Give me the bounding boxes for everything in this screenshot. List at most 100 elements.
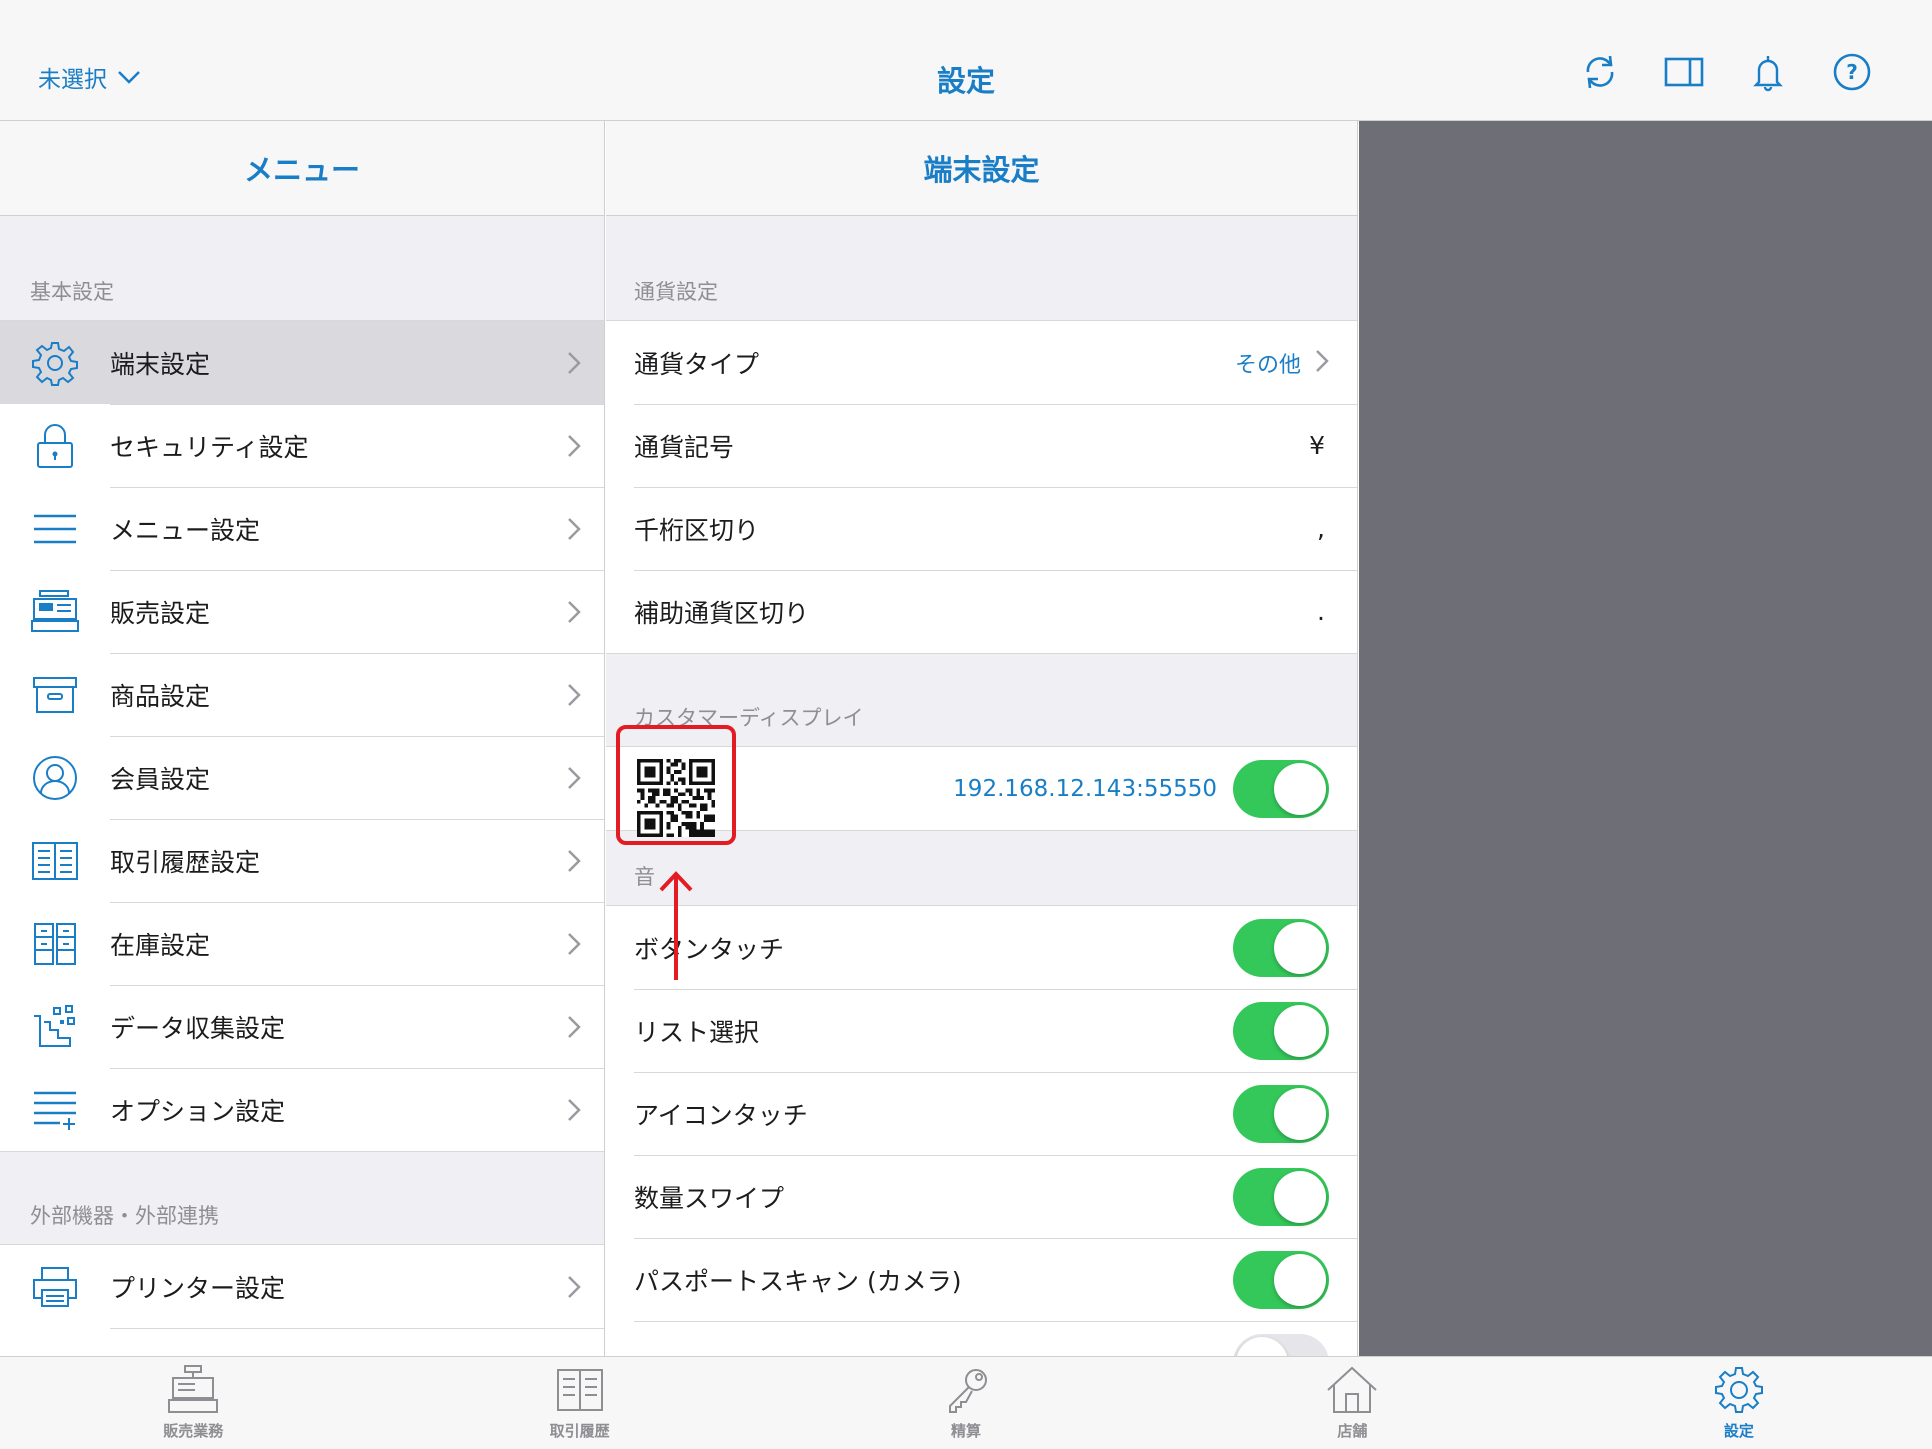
sound-passport-scan-row: パスポートスキャン (カメラ) — [606, 1238, 1357, 1321]
customer-display-toggle[interactable] — [1233, 759, 1329, 818]
row-label: 数量スワイプ — [634, 1183, 785, 1213]
menu-item-members[interactable]: 会員設定 — [0, 736, 604, 819]
bell-icon — [1753, 56, 1783, 92]
app: 未選択 設定 ? メニュー 基本設定 端末設定 セキュリティ設定 メニュー設定 … — [0, 0, 1932, 1449]
qr-code-icon[interactable] — [637, 759, 715, 837]
chevron-right-icon — [568, 849, 581, 872]
menu-item-terminal[interactable]: 端末設定 — [0, 321, 604, 404]
list-plus-icon — [34, 1091, 76, 1130]
book-icon — [556, 1369, 603, 1411]
sound-list-select-row: リスト選択 — [606, 989, 1357, 1072]
top-actions: ? — [1580, 52, 1872, 92]
currency-symbol-row[interactable]: 通貨記号 ¥ — [606, 404, 1357, 487]
customer-display-list: 192.168.12.143:55550 — [606, 746, 1357, 837]
tab-label: 店舗 — [1337, 1422, 1368, 1440]
register-icon — [168, 1365, 219, 1413]
split-view-icon — [1664, 57, 1704, 87]
refresh-icon — [1586, 55, 1614, 89]
sound-partial-toggle[interactable] — [1233, 1333, 1329, 1356]
tab-history[interactable]: 取引履歴 — [386, 1357, 772, 1449]
store-select[interactable]: 未選択 — [38, 60, 141, 94]
tab-label: 取引履歴 — [549, 1422, 610, 1440]
thousands-separator-row[interactable]: 千桁区切り , — [606, 487, 1357, 570]
help-icon: ? — [1833, 53, 1871, 91]
tab-label: 精算 — [951, 1422, 982, 1440]
chevron-right-icon — [568, 517, 581, 540]
chevron-right-icon — [568, 1098, 581, 1121]
chevron-down-icon — [118, 71, 140, 84]
decimal-separator-value: . — [1317, 597, 1325, 626]
sound-icon-touch-row: アイコンタッチ — [606, 1072, 1357, 1155]
menu-item-label: 取引履歴設定 — [110, 847, 261, 877]
detail-column: 端末設定 通貨設定 通貨タイプ その他 通貨記号 ¥ 千桁区切り , 補助通貨区… — [606, 121, 1358, 1356]
top-navigation-bar: 未選択 設定 ? — [0, 0, 1932, 121]
menu-item-label: オプション設定 — [110, 1096, 286, 1126]
tab-sales[interactable]: 販売業務 — [0, 1357, 386, 1449]
tab-settings[interactable]: 設定 — [1546, 1357, 1932, 1449]
row-label: 通貨記号 — [634, 432, 735, 462]
sound-partial-row — [606, 1321, 1357, 1356]
sound-button-touch-toggle[interactable] — [1233, 918, 1329, 977]
menu-item-printer[interactable]: プリンター設定 — [0, 1245, 604, 1328]
menu-item-label: データ収集設定 — [110, 1013, 286, 1043]
menu-item-products[interactable]: 商品設定 — [0, 653, 604, 736]
menu-item-options[interactable]: オプション設定 — [0, 1068, 604, 1151]
split-view-button[interactable] — [1664, 52, 1704, 92]
notifications-button[interactable] — [1748, 52, 1788, 92]
help-button[interactable]: ? — [1832, 52, 1872, 92]
menu-item-label: プリンター設定 — [110, 1273, 286, 1303]
menu-item-sales[interactable]: 販売設定 — [0, 570, 604, 653]
menu-list-basic: 端末設定 セキュリティ設定 メニュー設定 販売設定 商品設定 会員設定 取引履歴… — [0, 320, 604, 1152]
refresh-button[interactable] — [1580, 52, 1620, 92]
tab-label: 販売業務 — [163, 1422, 224, 1440]
sound-button-touch-row: ボタンタッチ — [606, 906, 1357, 989]
thousands-separator-value: , — [1317, 514, 1325, 543]
menu-item-menu[interactable]: メニュー設定 — [0, 487, 604, 570]
store-select-label: 未選択 — [38, 67, 107, 93]
sound-quantity-swipe-toggle[interactable] — [1233, 1167, 1329, 1226]
menu-item-security[interactable]: セキュリティ設定 — [0, 404, 604, 487]
tab-settlement[interactable]: 精算 — [773, 1357, 1159, 1449]
currency-type-value: その他 — [1234, 352, 1301, 378]
row-label: リスト選択 — [634, 1017, 760, 1047]
section-label-basic: 基本設定 — [30, 280, 114, 304]
menu-item-partial[interactable] — [0, 1328, 604, 1356]
menu-column: メニュー 基本設定 端末設定 セキュリティ設定 メニュー設定 販売設定 商品設定… — [0, 121, 605, 1356]
gear-icon — [1714, 1367, 1763, 1413]
row-label: 補助通貨区切り — [634, 598, 810, 628]
chevron-right-icon — [568, 766, 581, 789]
shelves-icon — [34, 922, 76, 965]
menu-lines-icon — [34, 514, 76, 543]
currency-symbol-value: ¥ — [1309, 431, 1325, 460]
customer-display-row[interactable]: 192.168.12.143:55550 — [606, 747, 1357, 837]
tab-label: 設定 — [1723, 1422, 1754, 1440]
decimal-separator-row[interactable]: 補助通貨区切り . — [606, 570, 1357, 653]
sound-list-select-toggle[interactable] — [1233, 1001, 1329, 1060]
data-collect-icon — [34, 1004, 75, 1047]
menu-item-inventory[interactable]: 在庫設定 — [0, 902, 604, 985]
gear-icon — [32, 341, 78, 386]
sound-quantity-swipe-row: 数量スワイプ — [606, 1155, 1357, 1238]
menu-list-external: プリンター設定 — [0, 1244, 604, 1356]
menu-item-label: 販売設定 — [110, 598, 211, 628]
section-label-customer-display: カスタマーディスプレイ — [634, 706, 864, 730]
menu-header: メニュー — [0, 121, 604, 216]
menu-item-history[interactable]: 取引履歴設定 — [0, 819, 604, 902]
currency-type-row[interactable]: 通貨タイプ その他 — [606, 321, 1357, 404]
detail-header: 端末設定 — [606, 121, 1357, 216]
sound-list: ボタンタッチ リスト選択 アイコンタッチ 数量スワイプ パスポートスキャン (カ… — [606, 905, 1357, 1356]
sound-icon-touch-toggle[interactable] — [1233, 1084, 1329, 1143]
menu-item-label: 会員設定 — [110, 764, 211, 794]
row-label: パスポートスキャン (カメラ) — [634, 1266, 962, 1296]
tab-store[interactable]: 店舗 — [1159, 1357, 1545, 1449]
lock-icon — [37, 423, 73, 468]
sound-passport-scan-toggle[interactable] — [1233, 1250, 1329, 1309]
menu-item-label: 端末設定 — [110, 349, 211, 379]
register-icon — [31, 589, 79, 632]
menu-item-data-collection[interactable]: データ収集設定 — [0, 985, 604, 1068]
key-icon — [949, 1369, 988, 1413]
row-label: ボタンタッチ — [634, 934, 785, 964]
chevron-right-icon — [568, 434, 581, 457]
empty-pane — [1359, 121, 1932, 1356]
customer-display-ip: 192.168.12.143:55550 — [953, 775, 1217, 802]
